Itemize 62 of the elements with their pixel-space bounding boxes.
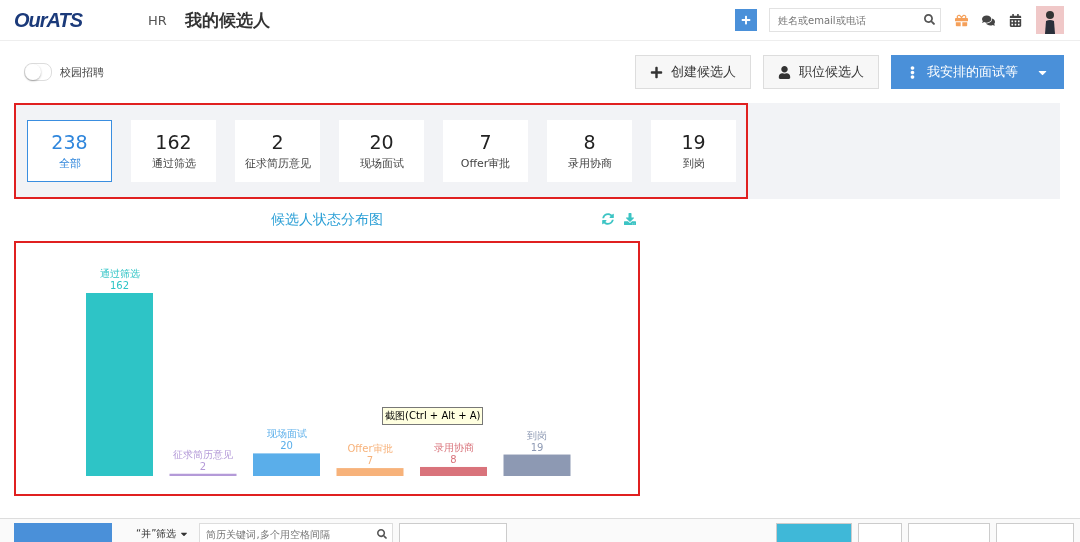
status-label: 到岗 (682, 156, 705, 171)
filter-button[interactable] (399, 523, 508, 542)
status-label: Offer审批 (460, 156, 511, 171)
status-count: 8 (583, 131, 596, 153)
search-icon[interactable] (377, 529, 388, 539)
status-card[interactable]: 2 征求简历意见 (235, 120, 320, 182)
status-card[interactable]: 7 Offer审批 (443, 120, 528, 182)
bar-value: 20 (280, 440, 293, 452)
status-label: 征求简历意见 (244, 156, 311, 171)
bar-label: 录用协商 (433, 441, 474, 453)
status-card[interactable]: 20 现场面试 (339, 120, 424, 182)
tooltip: 截图(Ctrl + Alt + A) (382, 407, 484, 425)
status-card[interactable]: 8 录用协商 (547, 120, 632, 182)
bar-label: Offer审批 (347, 443, 393, 455)
column-button[interactable] (996, 523, 1074, 542)
status-label: 全部 (58, 156, 81, 171)
campus-toggle[interactable] (24, 63, 52, 81)
bar-value: 162 (109, 280, 130, 291)
refresh-icon[interactable] (602, 213, 614, 225)
status-card[interactable]: 238 全部 (27, 120, 112, 182)
status-card[interactable]: 162 通过筛选 (131, 120, 216, 182)
add-button[interactable] (735, 9, 757, 31)
position-candidate-button[interactable]: 职位候选人 (763, 55, 879, 89)
status-count: 238 (51, 131, 88, 153)
custom-button[interactable] (776, 523, 852, 542)
plus-icon (741, 15, 751, 25)
chart-title: 候选人状态分布图 (271, 211, 383, 229)
bar-value: 19 (530, 441, 544, 453)
bar-label: 到岗 (527, 429, 547, 441)
chat-icon[interactable] (982, 13, 995, 27)
toggle-label: 校园招聘 (60, 64, 104, 80)
search-icon[interactable] (924, 14, 935, 25)
person-icon (778, 65, 791, 79)
avatar[interactable] (1036, 6, 1064, 34)
role-label: HR (148, 12, 167, 28)
plus-icon (650, 65, 663, 79)
status-label: 通过筛选 (151, 156, 196, 171)
status-count: 2 (271, 131, 284, 153)
logo[interactable]: OurATS (14, 8, 83, 32)
download-icon[interactable] (624, 213, 636, 225)
keyword-field[interactable]: 简历关键词,多个用空格间隔 (199, 523, 394, 542)
status-count: 20 (369, 131, 394, 153)
status-card[interactable]: 19 到岗 (651, 120, 736, 182)
status-label: 录用协商 (567, 156, 612, 171)
page-title: 我的候选人 (184, 8, 270, 32)
option-button[interactable] (908, 523, 990, 542)
filter-mode-dropdown[interactable]: “并”筛选 (136, 527, 190, 541)
status-count: 7 (479, 131, 492, 153)
bar-value: 7 (366, 455, 374, 467)
create-candidate-button[interactable]: 创建候选人 (635, 55, 751, 89)
bar-label: 征求简历意见 (173, 448, 233, 460)
status-count: 162 (155, 131, 192, 153)
gift-icon[interactable] (955, 13, 968, 27)
status-label: 现场面试 (359, 156, 404, 171)
bar-label: 通过筛选 (99, 268, 140, 279)
status-count: 19 (681, 131, 706, 153)
bar-value: 2 (199, 460, 207, 472)
bar-label: 现场面试 (266, 428, 307, 440)
search-field[interactable]: 姓名或email或电话 (769, 8, 941, 32)
calendar-icon[interactable] (1009, 13, 1022, 27)
export-button[interactable] (858, 523, 902, 542)
bar-value: 8 (450, 453, 457, 465)
